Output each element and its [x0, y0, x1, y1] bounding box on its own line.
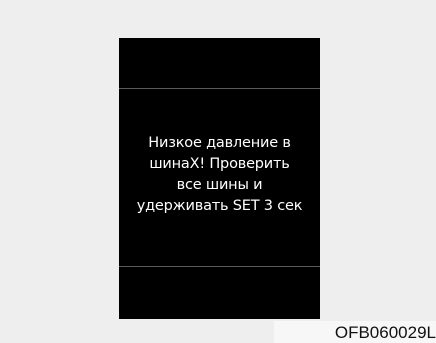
warning-message-text: Низкое давление в шинаХ! Проверить все ш… [137, 133, 303, 223]
display-divider-bottom [119, 266, 320, 267]
warning-message: Низкое давление в шинаХ! Проверить все ш… [119, 89, 320, 266]
message-line: все шины и [176, 176, 263, 193]
message-line: Низкое давление в [148, 134, 291, 151]
cluster-display: Низкое давление в шинаХ! Проверить все ш… [119, 38, 320, 319]
figure-code: OFB060029L [334, 323, 436, 342]
message-line: шинаХ! Проверить [149, 155, 290, 172]
message-line: удерживать SET 3 сек [136, 197, 303, 214]
